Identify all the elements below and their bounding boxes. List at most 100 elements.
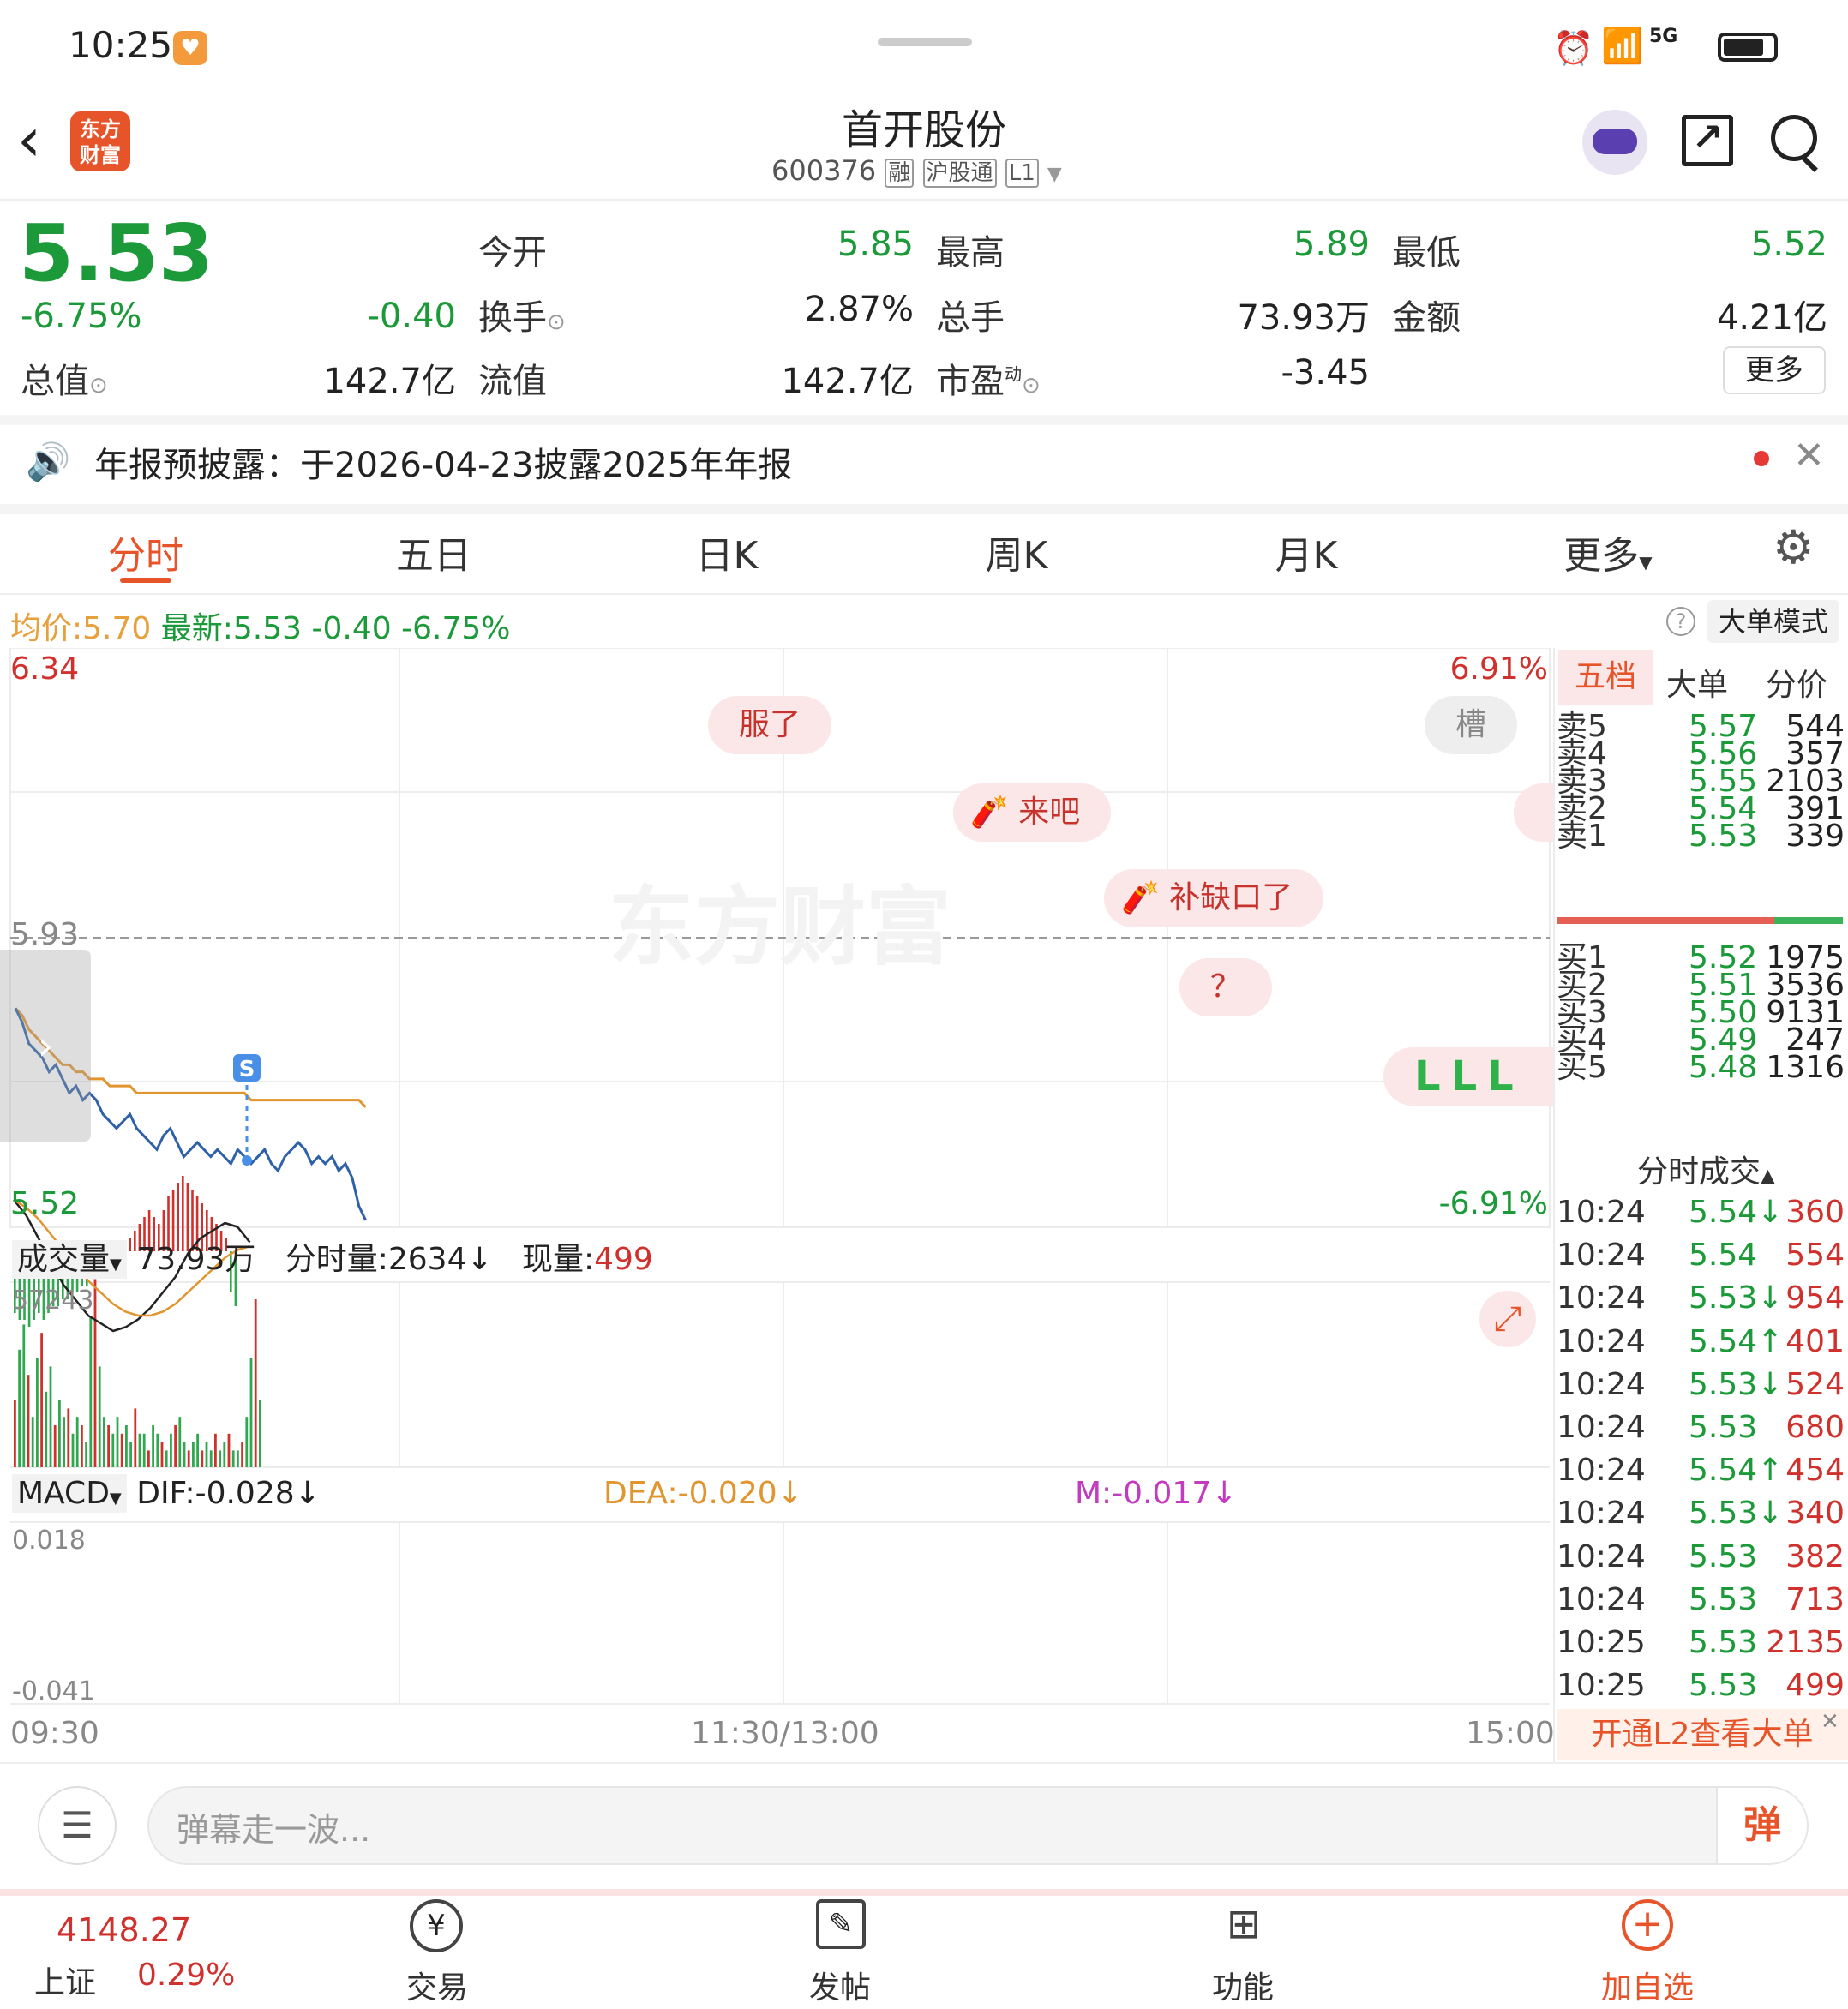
- volume-bar: [209, 1450, 213, 1467]
- notice-text[interactable]: 年报预披露：于2026-04-23披露2025年年报: [94, 437, 792, 487]
- volume-bar: [49, 1366, 52, 1467]
- open-value: 5.85: [837, 225, 914, 264]
- last-price: 5.53: [19, 207, 213, 299]
- watermark: 东方财富: [609, 877, 951, 977]
- bid-level: 买5: [1557, 1050, 1607, 1085]
- drag-handle[interactable]: [878, 38, 972, 46]
- danmu-bubble[interactable]: 服了: [708, 696, 832, 754]
- trade-row: 10:24 5.53 680: [1557, 1406, 1845, 1449]
- gear-icon[interactable]: ⚙: [1773, 525, 1814, 571]
- volume-bar: [152, 1425, 154, 1467]
- index-value[interactable]: 4148.27: [57, 1911, 191, 1949]
- volume-bar: [254, 1299, 257, 1467]
- expand-icon[interactable]: ⤢: [1479, 1291, 1536, 1347]
- depth-bar: [1557, 917, 1774, 924]
- danmu-bubble[interactable]: ？: [1179, 958, 1273, 1016]
- more-button[interactable]: 更多: [1723, 346, 1826, 394]
- volume-bar: [98, 1366, 101, 1467]
- volume-bar: [71, 1433, 75, 1467]
- app-logo[interactable]: 东方 财富: [70, 111, 130, 171]
- macd-bottom-label: -0.041: [12, 1676, 95, 1706]
- change-percent: -6.75%: [21, 297, 142, 336]
- nav-function[interactable]: 功能: [1157, 1963, 1329, 2007]
- trade-time: 10:24: [1557, 1238, 1646, 1274]
- danmu-input[interactable]: [147, 1786, 1809, 1865]
- trade-time: 10:24: [1557, 1581, 1646, 1617]
- tab-zhouk[interactable]: 周K: [931, 525, 1102, 579]
- macd-select[interactable]: MACD▼: [12, 1474, 127, 1513]
- info-icon[interactable]: ⊙: [1022, 373, 1041, 399]
- tab-more[interactable]: 更多▼: [1522, 525, 1694, 579]
- grid: [9, 648, 1551, 1705]
- tab-yuek[interactable]: 月K: [1221, 525, 1392, 579]
- trade-row: 10:25 5.53 2135: [1557, 1622, 1845, 1664]
- search-icon[interactable]: [1771, 115, 1817, 161]
- tab-wudang[interactable]: 五档: [1558, 650, 1653, 705]
- danmu-bubble[interactable]: 🧨 来吧: [953, 783, 1112, 842]
- volume-bar: [107, 1425, 110, 1467]
- trades-title[interactable]: 分时成交▲: [1637, 1147, 1775, 1191]
- firecracker-icon: 🧨: [1121, 880, 1160, 915]
- bid-row[interactable]: 买5 5.48 1316: [1557, 1047, 1845, 1088]
- nav-add-watchlist[interactable]: 加自选: [1562, 1963, 1733, 2007]
- tab-fenjia[interactable]: 分价: [1766, 660, 1827, 705]
- trade-price: 5.53↓: [1689, 1366, 1784, 1402]
- close-icon[interactable]: ✕: [1793, 434, 1825, 477]
- volume-bar: [111, 1433, 115, 1467]
- volume-bar: [22, 1324, 26, 1467]
- volume-bar: [201, 1450, 204, 1467]
- info-icon[interactable]: ⊙: [89, 373, 108, 399]
- y-bottom-label: 5.52: [10, 1186, 80, 1221]
- trade-volume: 454: [1785, 1453, 1845, 1489]
- stock-code-row[interactable]: 600376 融 沪股通 L1 ▼: [771, 154, 1062, 188]
- trade-volume: 554: [1785, 1238, 1845, 1274]
- trade-icon[interactable]: ¥: [410, 1899, 463, 1952]
- l2-banner[interactable]: 开通L2查看大单: [1557, 1709, 1848, 1760]
- danmu-toggle-button[interactable]: 弹: [1716, 1788, 1807, 1863]
- post-icon[interactable]: ✎: [816, 1899, 866, 1949]
- close-icon[interactable]: ✕: [1821, 1709, 1839, 1735]
- intraday-chart[interactable]: 东方财富 S: [0, 648, 1553, 1762]
- trade-row: 10:25 5.53 499: [1557, 1664, 1845, 1707]
- stock-code: 600376: [771, 154, 877, 187]
- grid-icon[interactable]: ⊞: [1219, 1899, 1269, 1949]
- back-icon[interactable]: ‹: [17, 110, 41, 170]
- help-icon[interactable]: ?: [1666, 607, 1695, 636]
- nav-trade[interactable]: 交易: [351, 1963, 523, 2007]
- trade-volume: 524: [1785, 1366, 1845, 1402]
- big-order-mode-button[interactable]: 大单模式: [1707, 600, 1839, 643]
- volume-select[interactable]: 成交量▼: [12, 1240, 127, 1279]
- trade-price: 5.53: [1689, 1410, 1758, 1445]
- tab-dadan[interactable]: 大单: [1666, 660, 1728, 705]
- trade-volume: 954: [1785, 1280, 1845, 1316]
- volume-bar: [183, 1442, 186, 1467]
- danmu-bubble[interactable]: 🧨 补缺口了: [1104, 869, 1324, 927]
- tab-wuri[interactable]: 五日: [348, 525, 519, 579]
- turnover-label: 换手⊙: [478, 298, 566, 338]
- robot-avatar-icon[interactable]: [1582, 110, 1647, 175]
- share-icon[interactable]: ↗: [1682, 115, 1733, 166]
- m-label: M:-0.017↓: [1075, 1476, 1238, 1511]
- volume-bar: [134, 1408, 137, 1467]
- trade-price: 5.53: [1689, 1581, 1758, 1617]
- add-watchlist-icon[interactable]: +: [1622, 1899, 1673, 1951]
- dea-label: DEA:-0.020↓: [603, 1476, 803, 1511]
- ask-row[interactable]: 卖1 5.53 339: [1557, 816, 1845, 857]
- side-drawer-handle[interactable]: ›: [0, 950, 91, 1142]
- tab-fenshi[interactable]: 分时: [60, 525, 231, 579]
- tab-rik[interactable]: 日K: [641, 525, 813, 579]
- info-icon[interactable]: ⊙: [547, 309, 566, 335]
- market-cap-label: 总值⊙: [21, 362, 108, 401]
- volume-bar: [85, 1442, 87, 1467]
- nav-post[interactable]: 发帖: [754, 1963, 926, 2007]
- x-label-close: 15:00: [1466, 1716, 1555, 1751]
- amount-value: 4.21亿: [1716, 298, 1827, 338]
- trade-row: 10:24 5.53↓ 524: [1557, 1364, 1845, 1406]
- comment-settings-icon[interactable]: ☰: [38, 1786, 117, 1865]
- volume-bar: [170, 1433, 172, 1467]
- float-cap-value: 142.7亿: [781, 362, 914, 401]
- trade-price: 5.53↓: [1689, 1280, 1784, 1316]
- danmu-bubble-partial[interactable]: LLL: [1383, 1047, 1553, 1106]
- trade-volume: 499: [1785, 1668, 1845, 1704]
- danmu-bubble[interactable]: 槽: [1425, 696, 1518, 754]
